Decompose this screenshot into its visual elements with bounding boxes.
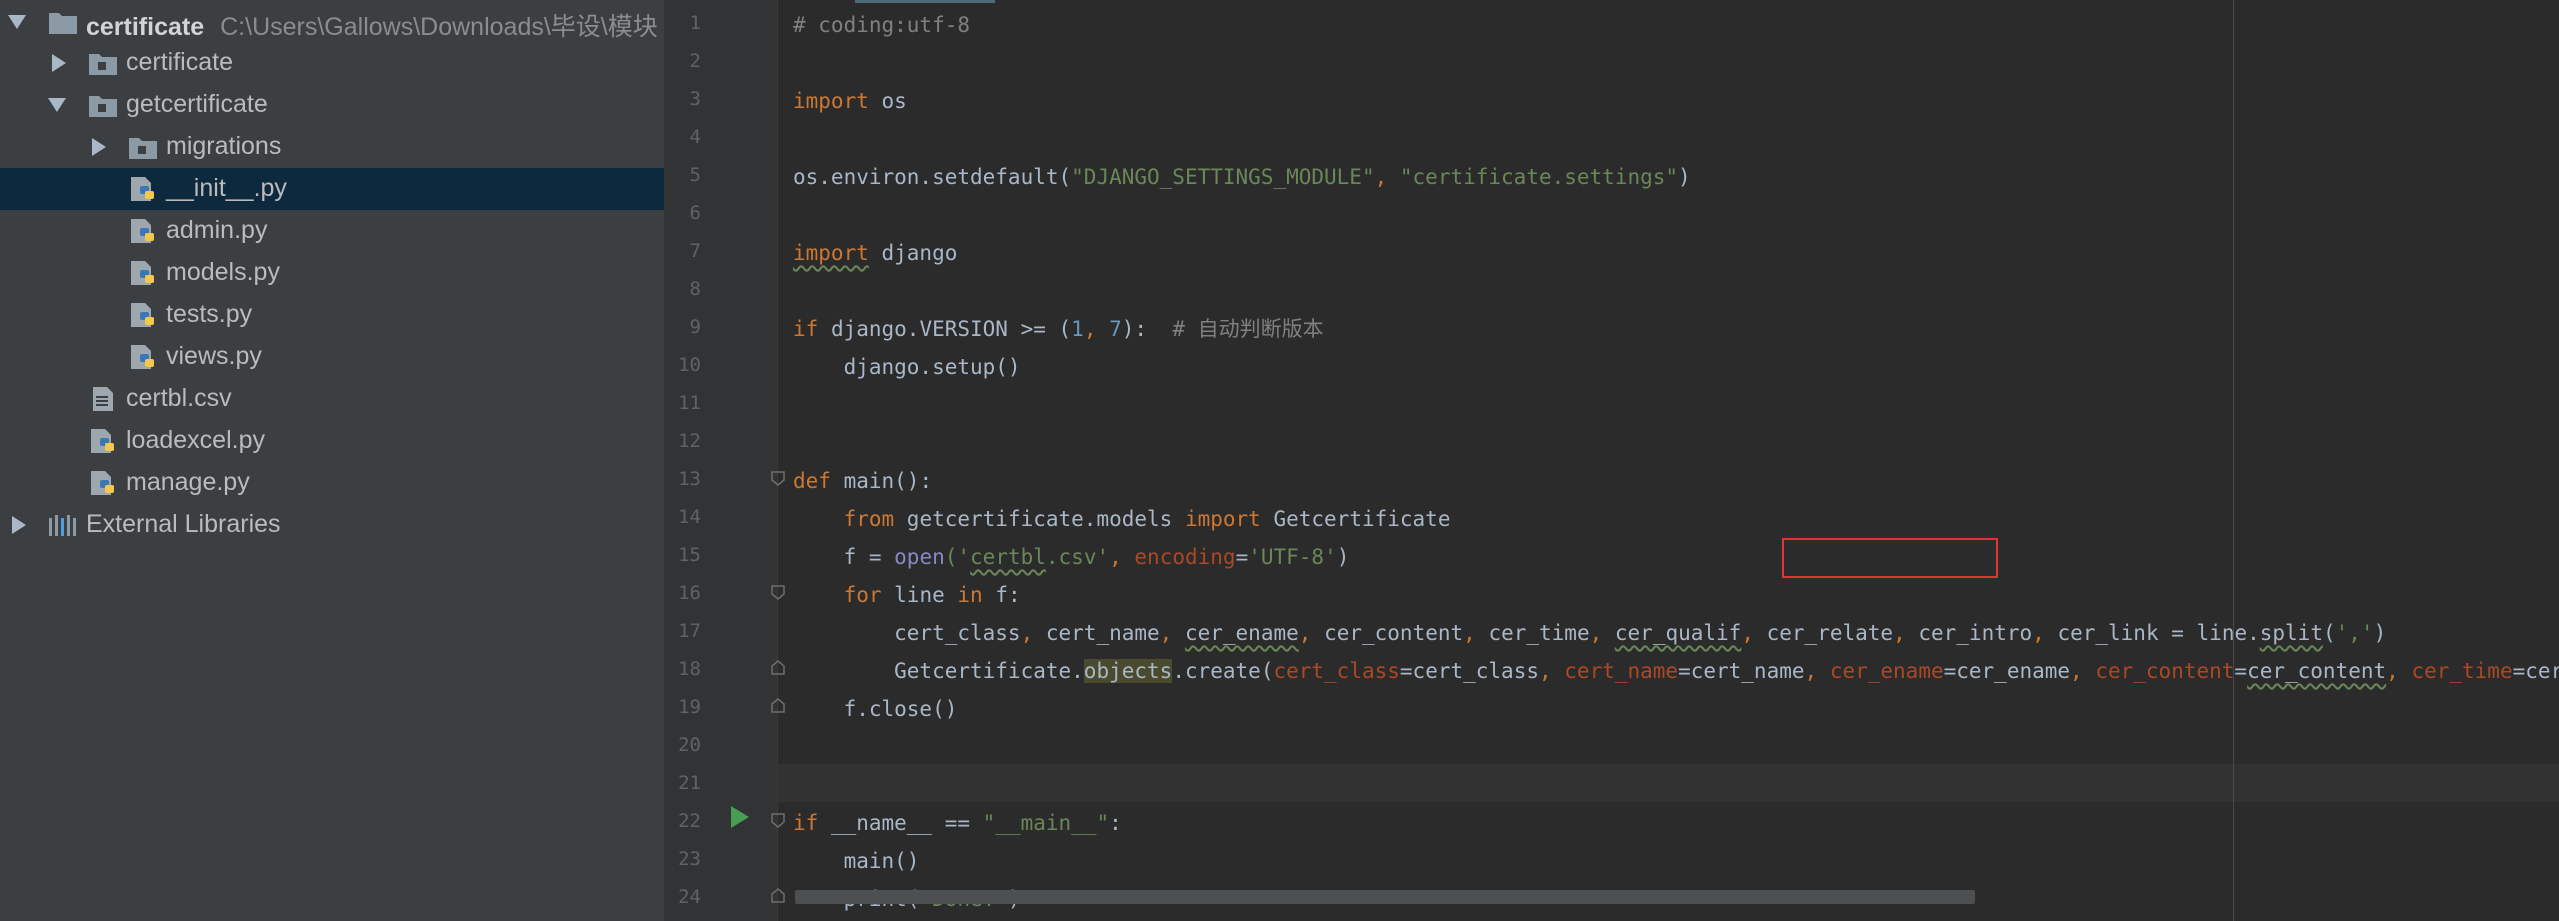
line-number: 22 <box>678 810 701 832</box>
code-line-13[interactable]: def main(): <box>793 462 932 500</box>
python-file-icon <box>131 219 154 243</box>
line-number: 18 <box>678 658 701 680</box>
project-path: C:\Users\Gallows\Downloads\毕设\模块 <box>220 13 658 41</box>
code-line-9[interactable]: if django.VERSION >= (1, 7): # 自动判断版本 <box>793 310 1324 348</box>
tree-item-label: tests.py <box>166 300 253 328</box>
code-line-7[interactable]: import django <box>793 234 957 272</box>
line-number: 14 <box>678 506 701 528</box>
line-number: 19 <box>678 696 701 718</box>
tree-item-init-py[interactable]: __init__.py <box>0 168 664 210</box>
line-number: 3 <box>689 88 701 110</box>
code-line-23[interactable]: main() <box>793 842 920 880</box>
line-number: 12 <box>678 430 701 452</box>
tree-item-getcertificate[interactable]: getcertificate <box>0 84 664 126</box>
code-line-18[interactable]: Getcertificate.objects.create(cert_class… <box>793 652 2559 690</box>
line-number: 4 <box>689 126 701 148</box>
line-number: 24 <box>678 886 701 908</box>
line-number: 9 <box>689 316 701 338</box>
tree-item-label: views.py <box>166 342 262 370</box>
code-line-1[interactable]: # coding:utf-8 <box>793 6 970 44</box>
tree-item-label: certbl.csv <box>126 384 232 412</box>
fold-end-icon[interactable] <box>770 888 786 904</box>
tree-item-certificate[interactable]: certificate <box>0 42 664 84</box>
python-file-icon <box>131 303 154 327</box>
code-editor[interactable]: 1 2 3 4 5 6 7 8 9 10 11 12 13 14 15 16 1… <box>665 0 2559 921</box>
line-number: 21 <box>678 772 701 794</box>
horizontal-scrollbar[interactable] <box>795 890 1975 904</box>
line-number: 10 <box>678 354 701 376</box>
line-number: 11 <box>678 392 701 414</box>
code-line-22[interactable]: if __name__ == "__main__": <box>793 804 1122 842</box>
tree-item-certbl-csv[interactable]: certbl.csv <box>0 378 664 420</box>
folder-icon <box>129 138 157 159</box>
caret-line-highlight <box>778 764 2559 802</box>
text-file-icon <box>93 387 113 411</box>
line-number: 16 <box>678 582 701 604</box>
tree-item-label: getcertificate <box>126 90 268 118</box>
folder-icon <box>49 13 77 34</box>
ide-window: certificate C:\Users\Gallows\Downloads\毕设… <box>0 0 2559 921</box>
line-number: 1 <box>689 12 701 34</box>
chevron-right-icon[interactable] <box>52 54 66 72</box>
right-margin-guide <box>2233 0 2234 921</box>
line-number: 13 <box>678 468 701 490</box>
line-number: 20 <box>678 734 701 756</box>
line-number: 7 <box>689 240 701 262</box>
code-line-3[interactable]: import os <box>793 82 907 120</box>
chevron-right-icon[interactable] <box>12 516 26 534</box>
fold-marker-icon[interactable] <box>770 812 786 828</box>
tree-item-views-py[interactable]: views.py <box>0 336 664 378</box>
run-icon[interactable] <box>731 806 749 828</box>
fold-end-icon[interactable] <box>770 698 786 714</box>
tree-item-migrations[interactable]: migrations <box>0 126 664 168</box>
code-line-5[interactable]: os.environ.setdefault("DJANGO_SETTINGS_M… <box>793 158 1691 196</box>
project-name: certificate <box>86 13 205 41</box>
python-file-icon <box>131 177 154 201</box>
line-number: 8 <box>689 278 701 300</box>
code-line-15[interactable]: f = open('certbl.csv', encoding='UTF-8') <box>793 538 1350 576</box>
python-file-icon <box>131 345 154 369</box>
python-file-icon <box>91 471 114 495</box>
tree-item-external-libraries[interactable]: External Libraries <box>0 504 664 546</box>
line-number: 15 <box>678 544 701 566</box>
code-line-19[interactable]: f.close() <box>793 690 958 728</box>
tree-item-tests-py[interactable]: tests.py <box>0 294 664 336</box>
folder-icon <box>89 96 117 117</box>
chevron-down-icon[interactable] <box>48 98 66 112</box>
tree-item-label: External Libraries <box>86 510 281 538</box>
libraries-icon <box>49 515 76 536</box>
python-file-icon <box>91 429 114 453</box>
code-line-17[interactable]: cert_class, cert_name, cer_ename, cer_co… <box>793 614 2386 652</box>
line-number: 2 <box>689 50 701 72</box>
tree-item-label: migrations <box>166 132 282 160</box>
tree-item-label: manage.py <box>126 468 250 496</box>
code-line-10[interactable]: django.setup() <box>793 348 1021 386</box>
code-line-16[interactable]: for line in f: <box>793 576 1021 614</box>
tree-item-label: models.py <box>166 258 280 286</box>
editor-tab-indicator <box>855 0 995 3</box>
fold-marker-icon[interactable] <box>770 584 786 600</box>
tree-item-admin-py[interactable]: admin.py <box>0 210 664 252</box>
highlight-annotation-box <box>1782 538 1998 578</box>
line-number: 6 <box>689 202 701 224</box>
fold-marker-icon[interactable] <box>770 470 786 486</box>
tree-item-label: __init__.py <box>166 174 287 202</box>
line-number: 17 <box>678 620 701 642</box>
tree-item-models-py[interactable]: models.py <box>0 252 664 294</box>
project-tool-window: certificate C:\Users\Gallows\Downloads\毕设… <box>0 0 665 921</box>
tree-item-manage-py[interactable]: manage.py <box>0 462 664 504</box>
python-file-icon <box>131 261 154 285</box>
folder-icon <box>89 54 117 75</box>
tree-item-loadexcel-py[interactable]: loadexcel.py <box>0 420 664 462</box>
tree-row-root[interactable]: certificate C:\Users\Gallows\Downloads\毕设… <box>0 1 664 43</box>
tree-item-label: certificate <box>126 48 233 76</box>
fold-end-icon[interactable] <box>770 660 786 676</box>
tree-item-label: admin.py <box>166 216 268 244</box>
code-line-14[interactable]: from getcertificate.models import Getcer… <box>793 500 1451 538</box>
chevron-down-icon[interactable] <box>8 15 26 29</box>
chevron-right-icon[interactable] <box>92 138 106 156</box>
line-number: 5 <box>689 164 701 186</box>
tree-item-label: loadexcel.py <box>126 426 265 454</box>
line-number: 23 <box>678 848 701 870</box>
